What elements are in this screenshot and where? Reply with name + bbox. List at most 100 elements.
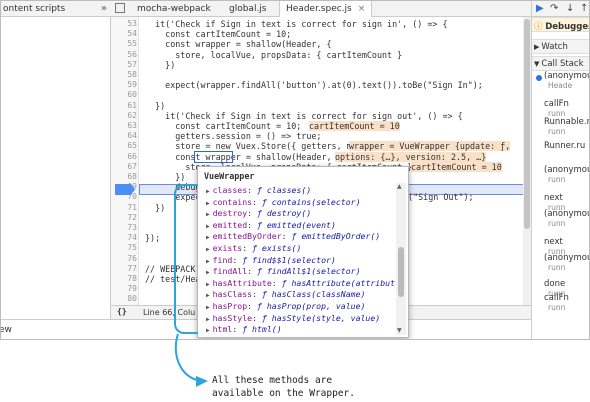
property-value: ƒ findAll$1(selector) <box>257 266 361 277</box>
property-item[interactable]: ▶ hasAttribute: ƒ hasAttribute(attribut <box>206 278 395 288</box>
resume-icon[interactable]: ▶ <box>536 3 544 14</box>
expand-triangle-icon[interactable]: ▶ <box>206 258 210 265</box>
expand-triangle-icon[interactable]: ▶ <box>206 281 210 288</box>
code-line: getters.session = () => true; <box>145 131 322 142</box>
property-value: ƒ find$$1(selector) <box>242 254 336 265</box>
property-item[interactable]: ▶ classes: ƒ classes() <box>206 185 311 195</box>
code-line: const cartItemCount = 10; <box>145 121 302 131</box>
property-key: emitted <box>212 219 248 230</box>
call-stack-frame[interactable]: Runner.ru <box>544 141 585 151</box>
watch-label: Watch <box>541 42 568 52</box>
call-stack-frame[interactable]: (anonymou <box>544 209 589 219</box>
property-key: destroy <box>212 208 248 219</box>
property-value: ƒ emitted(event) <box>257 219 336 230</box>
call-stack-frame[interactable]: (anonymou <box>544 253 589 263</box>
property-item[interactable]: ▶ find: ƒ find$$1(selector) <box>206 255 336 265</box>
expand-triangle-icon[interactable]: ▶ <box>206 188 210 195</box>
step-into-icon[interactable]: ↓ <box>566 3 574 14</box>
pretty-print-button[interactable]: {} <box>117 307 127 316</box>
expand-triangle-icon[interactable]: ▶ <box>206 246 210 253</box>
call-stack-label: Call Stack <box>541 59 584 69</box>
expand-triangle-icon[interactable]: ▶ <box>206 234 210 241</box>
property-item[interactable]: ▶ hasStyle: ƒ hasStyle(style, value) <box>206 313 380 323</box>
call-stack-frame[interactable]: done <box>544 279 565 289</box>
property-item[interactable]: ▶ emitted: ƒ emitted(event) <box>206 220 336 230</box>
tab-label: mocha-webpack <box>137 4 211 14</box>
call-stack-frame[interactable]: (anonymou <box>544 165 589 175</box>
property-value: ƒ hasProp(prop, value) <box>257 301 366 311</box>
property-key: hasStyle <box>212 312 253 323</box>
toggle-navigator-icon[interactable] <box>115 3 125 13</box>
call-stack-frame-location[interactable]: runn <box>548 175 565 184</box>
property-key: hasProp <box>212 301 248 311</box>
property-item[interactable]: ▶ hasClass: ƒ hasClass(className) <box>206 289 365 299</box>
property-list: ▶ classes: ƒ classes() ▶ contains: ƒ contai… <box>198 167 396 339</box>
call-stack-frame[interactable]: (anonymou <box>544 71 589 81</box>
expand-triangle-icon: ▶ <box>534 43 540 51</box>
step-over-icon[interactable]: ↷ <box>550 3 558 14</box>
property-value: ƒ emittedByOrder() <box>291 231 381 242</box>
call-stack-frame[interactable]: callFn <box>544 99 569 109</box>
property-item[interactable]: ▶ emittedByOrder: ƒ emittedByOrder() <box>206 231 380 241</box>
key-separator: : <box>252 196 262 207</box>
call-stack-frame-location[interactable]: runn <box>548 263 565 272</box>
call-stack-frame[interactable]: next <box>544 193 563 203</box>
content-scripts-tab[interactable]: ontent scripts » <box>1 1 111 17</box>
watch-section[interactable]: ▶ Watch <box>532 39 589 54</box>
expand-triangle-icon[interactable]: ▶ <box>206 316 210 323</box>
step-out-icon[interactable]: ↑ <box>580 3 588 14</box>
inline-value-hint: cartItemCount = 10 <box>411 161 502 172</box>
call-stack-frame-location[interactable]: runn <box>548 303 565 312</box>
inline-value-hint: options: {…}, version: 2.5, …} <box>335 151 487 162</box>
call-stack-frame-location[interactable]: runn <box>548 219 565 228</box>
code-line: const cartItemCount = 10; <box>145 29 292 40</box>
key-separator: : <box>232 324 243 335</box>
code-line: }) <box>145 59 176 70</box>
expand-triangle-icon[interactable]: ▶ <box>206 327 210 334</box>
editor-scrollbar-thumb[interactable] <box>524 19 530 229</box>
debugger-sidebar: ▶ ↷ ↓ ↑ ⓘ Debugger ▶ Watch ▼ Call Stack (a… <box>531 1 589 339</box>
property-item[interactable]: ▶ hasProp: ƒ hasProp(prop, value) <box>206 301 365 311</box>
property-item[interactable]: ▶ html: ƒ html() <box>206 324 282 334</box>
screenshot-frame: ontent scripts » ew mocha-webpack global… <box>0 0 590 402</box>
scroll-down-icon[interactable]: ▼ <box>397 327 402 334</box>
code-line: const wrapper = shallow(Header, { <box>145 151 342 162</box>
property-item[interactable]: ▶ destroy: ƒ destroy() <box>206 208 311 218</box>
expand-triangle-icon[interactable]: ▶ <box>206 292 210 299</box>
property-value: ƒ hasClass(className) <box>261 289 366 300</box>
tab-global-js[interactable]: global.js <box>223 1 273 17</box>
call-stack-frame[interactable]: next <box>544 237 563 247</box>
expand-triangle-icon[interactable]: ▶ <box>206 223 210 230</box>
hovered-variable[interactable] <box>194 150 233 163</box>
code-line: store = new Vuex.Store({ getters, m <box>145 141 352 152</box>
property-item[interactable]: ▶ exists: ƒ exists() <box>206 243 301 253</box>
call-stack-frame-location[interactable]: runn <box>548 127 565 136</box>
more-tabs-chevron-icon[interactable]: » <box>101 3 107 14</box>
property-item[interactable]: ▶ contains: ƒ contains(selector) <box>206 197 361 207</box>
scroll-up-icon[interactable]: ▲ <box>397 183 402 190</box>
property-key: find <box>212 254 233 265</box>
drawer-tab[interactable]: ew <box>1 319 111 339</box>
expand-triangle-icon[interactable]: ▶ <box>206 211 210 218</box>
call-stack-frame-location[interactable]: Heade <box>548 81 572 90</box>
expand-triangle-icon[interactable]: ▶ <box>206 200 210 207</box>
object-preview-popup: VueWrapper ▶ classes: ƒ classes() ▶ contain… <box>197 166 409 338</box>
annotation-bracket <box>174 184 198 334</box>
call-stack-frame[interactable]: Runnable.r <box>544 117 589 127</box>
expand-triangle-icon[interactable]: ▶ <box>206 304 210 311</box>
key-separator: : <box>247 266 257 277</box>
popup-scrollbar-thumb[interactable] <box>398 247 404 297</box>
property-value: ƒ destroy() <box>257 208 312 219</box>
key-separator: : <box>247 208 257 219</box>
key-separator: : <box>247 185 257 195</box>
close-tab-icon[interactable]: × <box>358 4 366 14</box>
tab-header-spec-js[interactable]: Header.spec.js × <box>279 1 373 17</box>
call-stack-section[interactable]: ▼ Call Stack <box>532 56 589 71</box>
call-stack-frame[interactable]: callFn <box>544 293 569 303</box>
expand-triangle-icon[interactable]: ▶ <box>206 269 210 276</box>
key-separator: : <box>252 289 262 300</box>
annotation-callout: All these methods are available on the W… <box>212 375 355 399</box>
tab-mocha-webpack[interactable]: mocha-webpack <box>131 1 217 17</box>
property-item[interactable]: ▶ findAll: ƒ findAll$1(selector) <box>206 266 361 276</box>
property-key: contains <box>212 196 253 207</box>
